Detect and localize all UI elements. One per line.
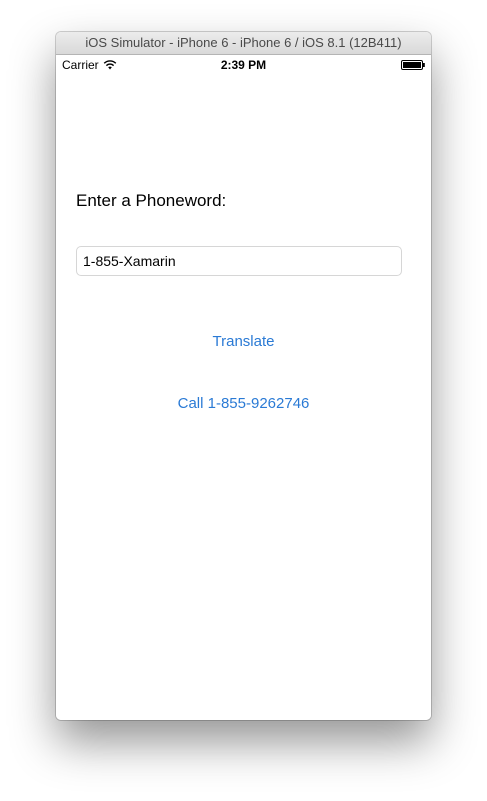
battery-full-icon bbox=[401, 60, 425, 70]
simulator-window: iOS Simulator - iPhone 6 - iPhone 6 / iO… bbox=[56, 32, 431, 720]
status-time: 2:39 PM bbox=[220, 58, 267, 72]
translate-button[interactable]: Translate bbox=[56, 333, 431, 350]
phoneword-input[interactable] bbox=[76, 246, 402, 276]
phoneword-prompt-label: Enter a Phoneword: bbox=[76, 191, 227, 210]
status-bar: Carrier 2:39 PM bbox=[56, 55, 431, 75]
device-screen: Carrier 2:39 PM Enter a Phoneword: Trans… bbox=[56, 55, 431, 720]
window-title: iOS Simulator - iPhone 6 - iPhone 6 / iO… bbox=[56, 32, 431, 55]
call-button[interactable]: Call 1-855-9262746 bbox=[56, 395, 431, 412]
